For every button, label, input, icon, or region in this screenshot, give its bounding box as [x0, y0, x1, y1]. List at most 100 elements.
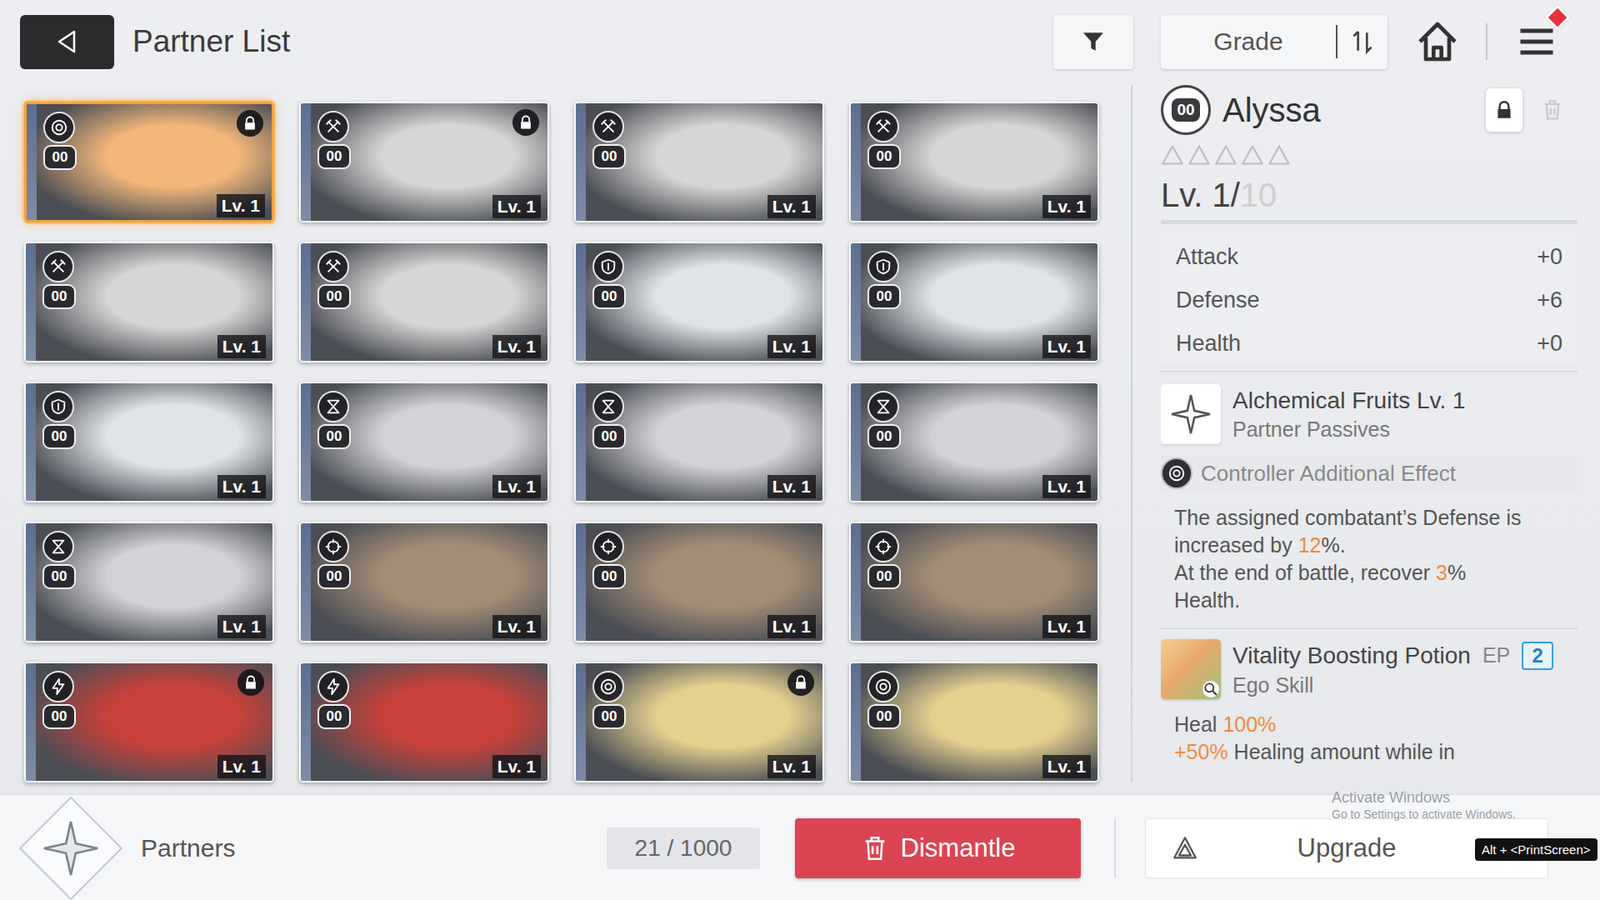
role-badge	[42, 670, 75, 703]
grade-badge: 00	[1160, 85, 1211, 135]
grade-badge: 00	[317, 424, 351, 450]
lock-icon	[242, 674, 260, 691]
menu-button[interactable]	[1515, 20, 1559, 64]
lock-badge	[787, 669, 815, 696]
passive-texts: Alchemical Fruits Lv. 1Partner Passives	[1232, 387, 1466, 442]
partner-card[interactable]: 00Lv. 1	[849, 381, 1100, 503]
passive-description: The assigned combatant’s Defense isincre…	[1160, 504, 1578, 615]
card-strip	[25, 243, 36, 361]
card-strip	[25, 523, 36, 641]
lock-icon	[241, 115, 259, 132]
home-icon[interactable]	[1414, 18, 1461, 65]
role-badge	[592, 670, 625, 703]
stat-value: +0	[1536, 244, 1563, 270]
stat-row: Health+0	[1160, 322, 1578, 365]
partner-card[interactable]: 00Lv. 1	[24, 521, 275, 643]
description-line: Heal 100%	[1174, 710, 1578, 739]
description-line: +50% Healing amount while in	[1174, 738, 1578, 766]
partner-card[interactable]: 00Lv. 1	[299, 661, 550, 783]
role-badge	[317, 530, 350, 563]
level-max: 10	[1240, 176, 1278, 214]
back-button[interactable]	[20, 15, 115, 70]
lock-icon	[517, 114, 535, 131]
partner-card[interactable]: 00Lv. 1	[574, 241, 825, 363]
card-level: Lv. 1	[767, 335, 816, 359]
partner-card[interactable]: 00Lv. 1	[299, 101, 550, 223]
role-badge	[592, 250, 625, 283]
defender-icon	[49, 397, 68, 416]
card-strip	[300, 523, 311, 641]
card-strip	[575, 103, 586, 221]
description-line: The assigned combatant’s Defense is	[1174, 504, 1578, 532]
controller-icon	[50, 118, 69, 137]
partner-card[interactable]: 00Lv. 1	[574, 521, 825, 643]
grade-badge: 00	[867, 144, 901, 170]
sort-label: Grade	[1160, 27, 1336, 56]
ego-description: Heal 100%+50% Healing amount while in	[1160, 710, 1578, 766]
text-segment: 100%	[1222, 712, 1276, 736]
passive-header: Alchemical Fruits Lv. 1Partner Passives	[1160, 384, 1578, 445]
striker-icon	[599, 117, 618, 136]
text-segment: 12	[1298, 533, 1322, 557]
partner-card[interactable]: 00Lv. 1	[299, 521, 550, 643]
role-badge	[867, 250, 900, 283]
main-area: 00Lv. 100Lv. 100Lv. 100Lv. 100Lv. 100Lv.…	[0, 83, 1600, 795]
striker-icon	[324, 257, 343, 276]
grade-badge: 00	[867, 284, 901, 310]
grade-badge: 00	[317, 144, 351, 170]
delete-button[interactable]	[1534, 88, 1571, 132]
lock-button[interactable]	[1485, 88, 1523, 132]
card-strip	[25, 663, 36, 781]
card-level: Lv. 1	[216, 194, 265, 218]
partner-card[interactable]: 00Lv. 1	[849, 661, 1100, 783]
text-segment: %	[1447, 560, 1466, 585]
dismantle-button[interactable]: Dismantle	[795, 818, 1081, 879]
ego-thumbnail[interactable]	[1160, 639, 1221, 700]
partner-name: Alyssa	[1222, 91, 1321, 130]
stat-value: +0	[1536, 330, 1563, 357]
partner-card[interactable]: 00Lv. 1	[24, 381, 275, 503]
ranger-icon	[324, 397, 343, 416]
text-segment: The assigned combatant’s Defense is	[1174, 505, 1521, 530]
effect-label: Controller Additional Effect	[1200, 460, 1456, 487]
buster-icon	[324, 537, 343, 556]
psionic-icon	[49, 677, 68, 696]
partner-card[interactable]: 00Lv. 1	[24, 241, 275, 363]
controller-icon	[874, 677, 893, 696]
role-badge	[592, 530, 625, 563]
sort-button[interactable]: Grade	[1160, 15, 1388, 70]
partner-card[interactable]: 00Lv. 1	[24, 101, 275, 223]
role-badge	[42, 530, 75, 563]
card-strip	[850, 523, 861, 641]
sparkle-icon	[1170, 393, 1212, 435]
partner-card[interactable]: 00 Lv. 1	[849, 241, 1100, 363]
card-level: Lv. 1	[217, 335, 266, 359]
grade-badge: 00	[317, 564, 351, 590]
partner-card[interactable]: 00Lv. 1	[24, 661, 275, 783]
partner-card[interactable]: 00Lv. 1	[849, 521, 1100, 643]
ep-cost: 2	[1521, 641, 1554, 670]
partner-card[interactable]: 00Lv. 1	[574, 661, 825, 783]
card-strip	[850, 383, 861, 501]
partner-card[interactable]: 00Lv. 1	[299, 241, 550, 363]
filter-button[interactable]	[1053, 15, 1134, 70]
alert-badge	[1544, 4, 1570, 30]
partner-card[interactable]: 00Lv. 1	[849, 101, 1100, 223]
upgrade-label: Upgrade	[1199, 833, 1523, 864]
sort-separator	[1335, 25, 1338, 59]
text-segment: %.	[1321, 533, 1346, 557]
passive-title: Alchemical Fruits Lv. 1	[1232, 387, 1466, 415]
card-strip	[300, 103, 311, 221]
card-level: Lv. 1	[1042, 335, 1091, 359]
partner-card[interactable]: 00Lv. 1	[574, 101, 825, 223]
watermark-title: Activate Windows	[1331, 788, 1516, 807]
partner-card[interactable]: 00Lv. 1	[574, 381, 825, 503]
role-badge	[1160, 457, 1193, 490]
role-badge	[317, 110, 350, 143]
ego-header: Vitality Boosting PotionEP2Ego Skill	[1160, 639, 1578, 700]
partner-card[interactable]: 00Lv. 1	[299, 381, 550, 503]
lock-badge	[237, 669, 265, 696]
trash-icon	[1540, 98, 1565, 122]
role-badge	[867, 670, 900, 703]
role-badge	[317, 390, 350, 423]
